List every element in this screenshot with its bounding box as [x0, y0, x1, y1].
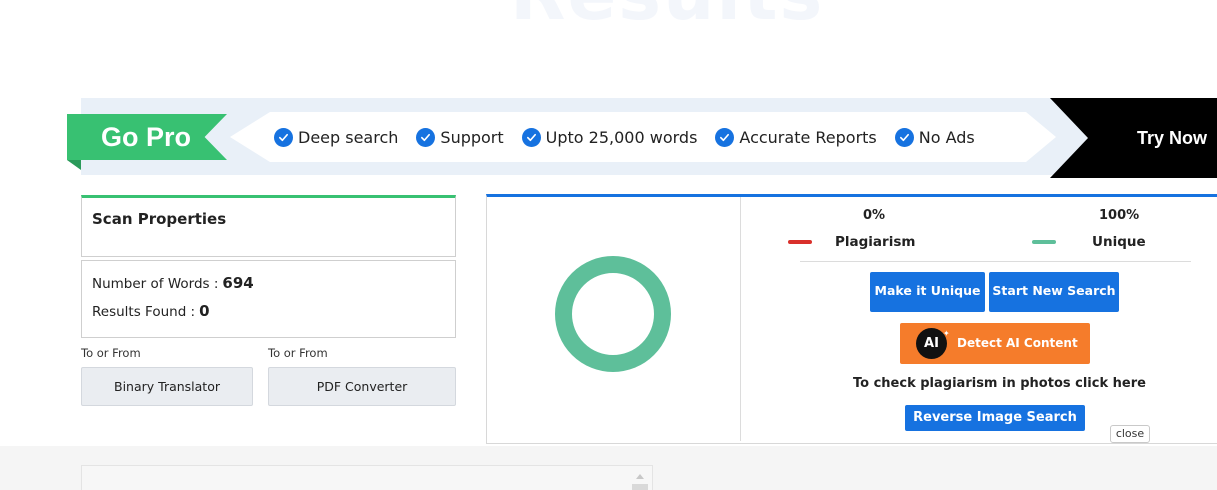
go-pro-ribbon-fold	[67, 160, 81, 170]
start-new-search-button[interactable]: Start New Search	[989, 272, 1119, 312]
results-found-value: 0	[199, 302, 210, 320]
detect-ai-content-button[interactable]: AI ✦ Detect AI Content	[900, 323, 1090, 364]
pro-feature: Accurate Reports	[715, 127, 877, 147]
check-icon	[274, 127, 293, 147]
results-heading: Results	[510, 0, 824, 36]
word-count: Number of Words :694	[92, 274, 254, 292]
scan-properties-card: Scan Properties	[81, 195, 456, 257]
pro-feature-label: No Ads	[918, 127, 975, 147]
pro-feature: Deep search	[274, 127, 399, 147]
pro-feature-label: Support	[440, 127, 504, 147]
pro-feature-label: Accurate Reports	[739, 127, 877, 147]
check-icon	[715, 127, 735, 147]
check-icon	[521, 127, 541, 147]
scrollbar-thumb[interactable]	[632, 484, 648, 490]
make-it-unique-button[interactable]: Make it Unique	[870, 272, 985, 312]
plagiarism-percent: 0%	[863, 208, 886, 223]
pro-features-list: Deep search Support Upto 25,000 words Ac…	[274, 124, 993, 150]
legend-divider	[800, 261, 1191, 262]
plagiarism-label: Plagiarism	[835, 234, 916, 250]
detect-ai-label: Detect AI Content	[957, 336, 1078, 350]
go-pro-label: Go Pro	[67, 114, 227, 160]
results-divider	[740, 197, 741, 441]
close-button[interactable]: close	[1110, 425, 1150, 443]
pro-feature-label: Deep search	[298, 127, 399, 147]
unique-percent: 100%	[1099, 208, 1140, 223]
plagiarism-legend-swatch	[788, 240, 812, 244]
scan-properties-title: Scan Properties	[92, 210, 227, 228]
unique-legend-swatch	[1032, 240, 1056, 244]
scroll-up-arrow-icon[interactable]	[636, 474, 644, 479]
text-area[interactable]	[81, 465, 653, 490]
reverse-image-search-button[interactable]: Reverse Image Search	[905, 405, 1085, 431]
pro-feature: Support	[416, 127, 504, 147]
page: Results Go Pro Deep search Support Upto …	[0, 0, 1217, 490]
results-found: Results Found :0	[92, 302, 210, 320]
check-icon	[416, 127, 436, 147]
results-found-label: Results Found :	[92, 304, 196, 320]
pro-feature: Upto 25,000 words	[521, 127, 698, 147]
tool-caption: To or From	[81, 346, 141, 360]
tool-caption: To or From	[268, 346, 328, 360]
unique-label: Unique	[1092, 234, 1146, 250]
check-icon	[894, 127, 914, 147]
word-count-label: Number of Words :	[92, 276, 219, 292]
pro-feature-label: Upto 25,000 words	[545, 127, 698, 147]
binary-translator-button[interactable]: Binary Translator	[81, 367, 253, 406]
pdf-converter-button[interactable]: PDF Converter	[268, 367, 456, 406]
pro-feature: No Ads	[894, 127, 975, 147]
word-count-value: 694	[222, 274, 254, 292]
scan-stats-card: Number of Words :694 Results Found :0	[81, 260, 456, 338]
sparkle-icon: ✦	[943, 329, 950, 338]
uniqueness-donut-chart	[555, 256, 671, 372]
photo-plagiarism-hint: To check plagiarism in photos click here	[853, 376, 1146, 391]
